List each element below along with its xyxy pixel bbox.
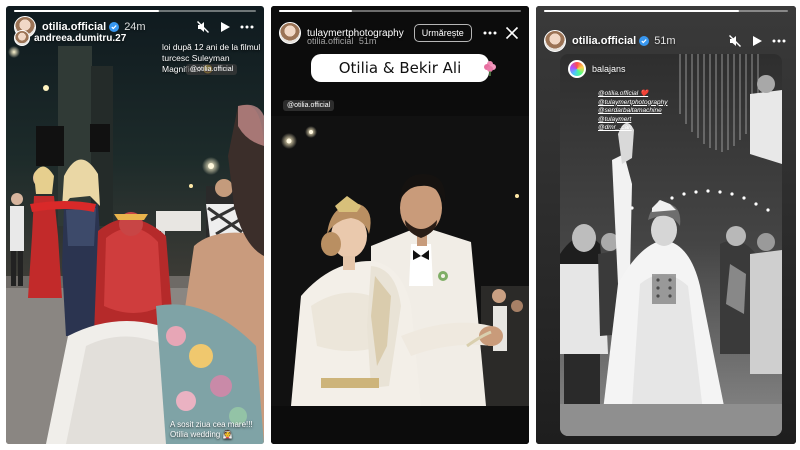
story-3-avatar[interactable] (544, 30, 566, 52)
story-2-progress-bar (279, 10, 521, 12)
story-3-progress-bar (544, 10, 788, 12)
story-panel-3[interactable]: otilia.official 51m balajans @otilia.off… (536, 6, 796, 444)
story-3-progress-fill (544, 10, 740, 12)
story-3-mention-5[interactable]: @dmr_.can (598, 124, 667, 133)
stories-collage: otilia.official 24m andreea.dumitru.27 l… (0, 0, 800, 450)
more-icon[interactable] (481, 24, 499, 42)
story-panel-1[interactable]: otilia.official 24m andreea.dumitru.27 l… (6, 6, 264, 444)
verified-icon (639, 36, 650, 46)
close-icon[interactable] (503, 24, 521, 42)
story-3-header: otilia.official 51m (536, 28, 796, 54)
story-2-avatar[interactable] (279, 22, 301, 44)
follow-button[interactable]: Urmărește (413, 24, 472, 42)
balajans-avatar (568, 60, 586, 78)
story-3-mention-4[interactable]: @tulaymert (598, 116, 667, 125)
story-2-overlay-username: otilia.official (307, 36, 354, 46)
story-1-time: 24m (124, 21, 146, 33)
story-3-reposted-card[interactable]: balajans @otilia.official ❤️ @tulaymertp… (560, 54, 782, 436)
story-3-username[interactable]: otilia.official (572, 35, 636, 47)
story-1-sub-username: andreea.dumitru.27 (34, 32, 127, 44)
story-2-progress-fill (279, 10, 352, 12)
story-3-photo (560, 54, 782, 436)
story-1-progress-fill (14, 10, 160, 12)
story-1-shared-from[interactable]: andreea.dumitru.27 (14, 30, 126, 46)
story-1-progress-bar (14, 10, 256, 12)
story-2-title-sticker: Otilia & Bekir Ali (311, 54, 489, 82)
story-2-mention-tag[interactable]: @otilia.official (283, 100, 335, 111)
more-icon[interactable] (238, 18, 256, 36)
story-3-mentions: @otilia.official ❤️ @tulaymertphotograph… (598, 90, 667, 133)
story-3-mention-2[interactable]: @tulaymertphotography (598, 99, 667, 108)
story-1-bottom-line-1: A sosit ziua cea mare!!! (170, 420, 253, 429)
story-2-time: 51m (358, 36, 377, 46)
play-icon[interactable] (748, 32, 766, 50)
story-1-sub-avatar (14, 30, 30, 46)
mute-icon[interactable] (726, 32, 744, 50)
play-icon[interactable] (216, 18, 234, 36)
story-1-bottom-caption: A sosit ziua cea mare!!! Otilia wedding … (170, 420, 253, 440)
story-3-mention-3[interactable]: @serdarbaltamachine (598, 107, 667, 116)
story-2-header: tulaymertphotography otilia.official 51m… (271, 20, 529, 46)
story-2-overlay-user: otilia.official 51m (307, 36, 376, 46)
story-3-repost-header[interactable]: balajans (568, 60, 626, 78)
story-3-mention-1[interactable]: @otilia.official ❤️ (598, 90, 667, 99)
story-1-mention-tag[interactable]: @otilia.official (186, 64, 238, 75)
flower-icon (483, 60, 497, 76)
story-2-user-block: tulaymertphotography otilia.official 51m (307, 27, 404, 46)
story-panel-2[interactable]: tulaymertphotography otilia.official 51m… (271, 6, 529, 444)
more-icon[interactable] (770, 32, 788, 50)
story-3-time: 51m (654, 35, 676, 47)
story-1-bottom-line-2: Otilia wedding 👰 (170, 430, 233, 439)
mute-icon[interactable] (194, 18, 212, 36)
story-3-repost-username[interactable]: balajans (592, 64, 626, 74)
